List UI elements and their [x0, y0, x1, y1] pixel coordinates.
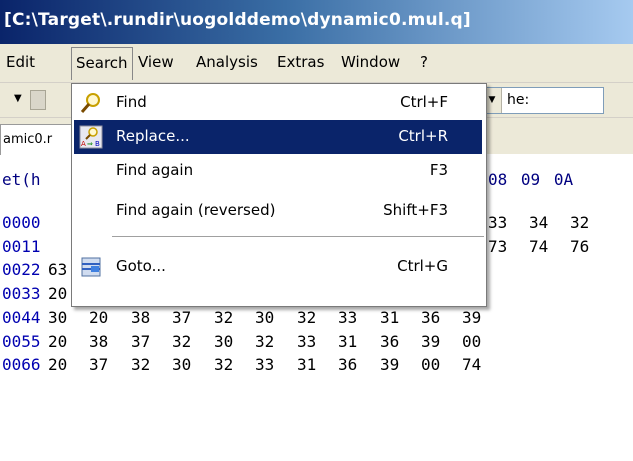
menu-bar: Edit Search View Analysis Extras Window …: [0, 44, 633, 83]
menu-item-label: Goto...: [116, 257, 166, 275]
hex-byte[interactable]: 36: [421, 308, 440, 327]
hex-byte[interactable]: 38: [131, 308, 150, 327]
menu-item-shortcut: Ctrl+G: [397, 257, 448, 275]
hex-byte[interactable]: 37: [172, 308, 191, 327]
hex-byte[interactable]: 33: [488, 213, 507, 232]
hex-byte[interactable]: 36: [380, 332, 399, 351]
menu-item-find-again-reversed[interactable]: Find again (reversed) Shift+F3: [74, 194, 482, 228]
hex-byte[interactable]: 00: [421, 355, 440, 374]
hex-byte[interactable]: 74: [529, 237, 548, 256]
menu-item-goto[interactable]: Goto... Ctrl+G: [74, 250, 482, 284]
hex-byte[interactable]: 39: [421, 332, 440, 351]
hex-byte[interactable]: 30: [48, 308, 67, 327]
hex-row[interactable]: 0066 20 37 32 30 32 33 31 36 39 00 74: [0, 355, 633, 378]
hex-byte[interactable]: 20: [89, 308, 108, 327]
column-headers: 08 09 0A: [488, 170, 573, 189]
hex-byte[interactable]: 30: [172, 355, 191, 374]
menu-separator: [112, 236, 484, 237]
hex-byte[interactable]: 33: [297, 332, 316, 351]
hex-byte[interactable]: 20: [48, 284, 67, 303]
goto-icon: [81, 257, 101, 277]
menu-extras[interactable]: Extras: [275, 53, 326, 71]
menu-item-find-again[interactable]: Find again F3: [74, 154, 482, 188]
hex-byte[interactable]: 31: [338, 332, 357, 351]
column-header: 08: [488, 170, 508, 189]
menu-item-label: Replace...: [116, 127, 190, 145]
hex-byte[interactable]: 00: [462, 332, 481, 351]
row-offset: 0044: [2, 308, 41, 327]
hex-row[interactable]: 0044 30 20 38 37 32 30 32 33 31 36 39: [0, 308, 633, 331]
hex-byte[interactable]: 37: [131, 332, 150, 351]
hex-byte[interactable]: 32: [214, 308, 233, 327]
menu-help[interactable]: ?: [418, 53, 430, 71]
menu-item-label: Find again (reversed): [116, 201, 276, 219]
svg-text:A: A: [81, 140, 86, 148]
hex-row[interactable]: 0055 20 38 37 32 30 32 33 31 36 39 00: [0, 332, 633, 355]
tab-label: amic0.r: [3, 132, 53, 147]
hex-byte[interactable]: 74: [462, 355, 481, 374]
menu-analysis[interactable]: Analysis: [194, 53, 260, 71]
hex-byte[interactable]: 32: [172, 332, 191, 351]
hex-byte[interactable]: 73: [488, 237, 507, 256]
row-offset: 0066: [2, 355, 41, 374]
offset-column-header: et(h: [2, 170, 41, 189]
menu-item-find[interactable]: Find Ctrl+F: [74, 86, 482, 120]
hex-byte[interactable]: 20: [48, 332, 67, 351]
column-header: 09: [520, 170, 541, 189]
svg-text:B: B: [95, 140, 100, 148]
menu-window[interactable]: Window: [339, 53, 402, 71]
hex-byte[interactable]: 39: [380, 355, 399, 374]
row-offset: 0033: [2, 284, 41, 303]
hex-byte[interactable]: 31: [380, 308, 399, 327]
document-icon[interactable]: [30, 90, 46, 110]
row-offset: 0055: [2, 332, 41, 351]
hex-byte[interactable]: 33: [338, 308, 357, 327]
magnifier-icon: [80, 93, 100, 113]
hex-byte[interactable]: 30: [255, 308, 274, 327]
dropdown-arrow-icon[interactable]: ▼: [14, 93, 22, 104]
menu-item-shortcut: Ctrl+R: [398, 127, 448, 145]
menu-item-replace[interactable]: A ⇒ B Replace... Ctrl+R: [74, 120, 482, 154]
menu-edit[interactable]: Edit: [4, 53, 37, 71]
title-bar: [C:\Target\.rundir\uogolddemo\dynamic0.m…: [0, 0, 633, 44]
hex-byte[interactable]: 32: [131, 355, 150, 374]
hex-byte[interactable]: 32: [570, 213, 589, 232]
hex-byte[interactable]: 76: [570, 237, 589, 256]
view-mode-combo[interactable]: ▼ he:: [482, 87, 604, 114]
combo-value: he:: [507, 92, 530, 108]
menu-view[interactable]: View: [136, 53, 176, 71]
search-menu: Find Ctrl+F A ⇒ B Replace... Ctrl+R Find…: [71, 83, 487, 307]
hex-byte[interactable]: 34: [529, 213, 548, 232]
hex-byte[interactable]: 20: [48, 355, 67, 374]
hex-byte[interactable]: 30: [214, 332, 233, 351]
hex-byte[interactable]: 63: [48, 260, 67, 279]
hex-byte[interactable]: 33: [255, 355, 274, 374]
hex-byte[interactable]: 31: [297, 355, 316, 374]
hex-byte[interactable]: 32: [255, 332, 274, 351]
replace-icon: A ⇒ B: [79, 125, 103, 149]
window-title: [C:\Target\.rundir\uogolddemo\dynamic0.m…: [4, 10, 471, 30]
row-offset: 0022: [2, 260, 41, 279]
hex-byte[interactable]: 37: [89, 355, 108, 374]
menu-item-label: Find: [116, 93, 147, 111]
column-header: 0A: [553, 170, 574, 189]
hex-byte[interactable]: 39: [462, 308, 481, 327]
hex-byte[interactable]: 38: [89, 332, 108, 351]
menu-item-shortcut: Ctrl+F: [400, 93, 448, 111]
tab-file[interactable]: amic0.r: [0, 124, 72, 155]
menu-search[interactable]: Search: [71, 47, 133, 80]
menu-item-label: Find again: [116, 161, 194, 179]
row-offset: 0000: [2, 213, 41, 232]
row-offset: 0011: [2, 237, 41, 256]
svg-text:⇒: ⇒: [87, 140, 93, 148]
menu-item-shortcut: F3: [429, 161, 448, 179]
hex-byte[interactable]: 36: [338, 355, 357, 374]
hex-byte[interactable]: 32: [297, 308, 316, 327]
hex-byte[interactable]: 32: [214, 355, 233, 374]
menu-item-shortcut: Shift+F3: [383, 201, 448, 219]
